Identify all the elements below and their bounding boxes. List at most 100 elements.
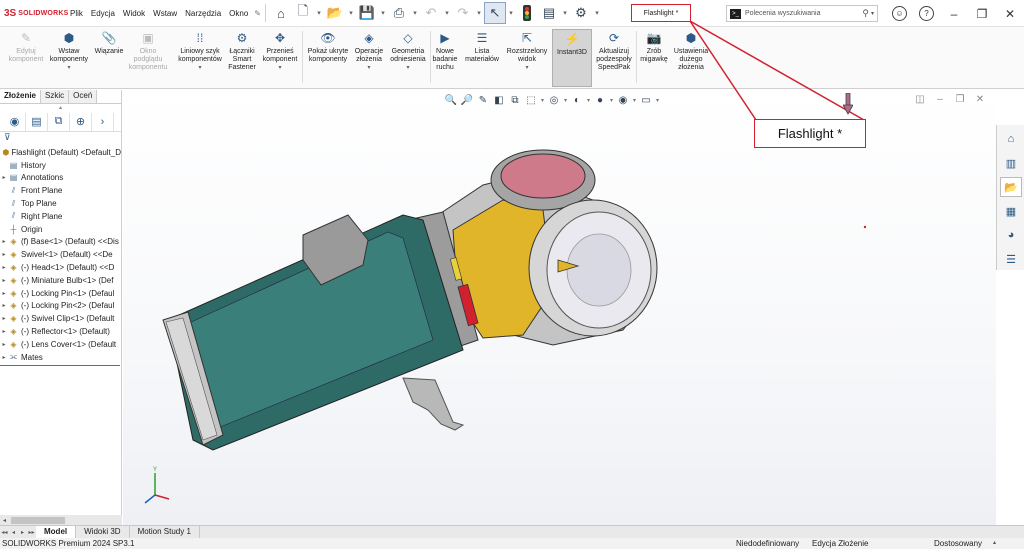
expand-arrow-icon[interactable]: ▸ — [0, 302, 8, 309]
tree-item[interactable]: ⬢ Flashlight (Default) <Default_D — [0, 146, 121, 159]
tree-item[interactable]: ▸ ◈ Swivel<1> (Default) <<De — [0, 248, 121, 261]
smart-fasteners-button[interactable]: ⚙ Łączniki Smart Fastener — [224, 29, 260, 72]
show-hidden-components-button[interactable]: 👁 Pokaż ukryte komponenty — [304, 29, 352, 64]
view-orientation-dropdown-icon[interactable]: ▾ — [539, 92, 546, 108]
menu-tools[interactable]: Narzędzia — [181, 9, 225, 18]
scene-dropdown-icon[interactable]: ▾ — [631, 92, 638, 108]
last-tab-icon[interactable]: ▸▸ — [27, 529, 36, 536]
menu-edit[interactable]: Edycja — [87, 9, 119, 18]
command-search-field[interactable]: >_ Polecenia wyszukiwania ⚲ ▾ — [726, 5, 878, 22]
menu-insert[interactable]: Wstaw — [149, 9, 181, 18]
tab-assembly[interactable]: Złożenie — [0, 90, 42, 103]
bill-of-materials-button[interactable]: ☰ Lista materiałów — [462, 29, 502, 64]
tree-item[interactable]: ▸ ◈ (-) Locking Pin<1> (Defaul — [0, 287, 121, 300]
hide-show-items-icon[interactable]: ◐ — [569, 92, 585, 108]
search-dropdown-icon[interactable]: ▾ — [871, 10, 874, 17]
tree-item[interactable]: ▤ History — [0, 159, 121, 172]
restore-icon[interactable]: ❐ — [968, 7, 996, 21]
tree-item[interactable]: ▸ ◈ (f) Base<1> (Default) <<Dis — [0, 236, 121, 249]
units-dropdown-icon[interactable]: ▴ — [993, 538, 996, 549]
solidworks-logo[interactable]: 3S SOLIDWORKS — [4, 8, 68, 19]
view-settings-dropdown-icon[interactable]: ▾ — [654, 92, 661, 108]
scroll-left-icon[interactable]: ◂ — [0, 517, 9, 524]
hide-show-dropdown-icon[interactable]: ▾ — [585, 92, 592, 108]
tree-item[interactable]: ▸ ◈ (-) Head<1> (Default) <<D — [0, 261, 121, 274]
viewport-close-icon[interactable]: ✕ — [970, 94, 990, 105]
file-properties-icon[interactable]: ▤ — [538, 2, 560, 24]
tab-motion-study[interactable]: Motion Study 1 — [130, 526, 200, 538]
new-document-icon[interactable]: 🗋 — [292, 2, 314, 24]
collapse-arrow-icon[interactable]: ▴ — [0, 104, 121, 112]
viewport-tile-icon[interactable]: ◫ — [910, 94, 930, 105]
property-manager-tab-icon[interactable]: ▤ — [26, 112, 48, 131]
edit-component-button[interactable]: ✎ Edytuj komponent — [6, 29, 46, 64]
expand-arrow-icon[interactable]: ▸ — [0, 290, 8, 297]
expand-arrow-icon[interactable]: ▸ — [0, 277, 8, 284]
open-dropdown-icon[interactable]: ▾ — [346, 2, 356, 24]
zoom-to-area-icon[interactable]: 🔎 — [459, 92, 475, 108]
undo-icon[interactable]: ↶ — [420, 2, 442, 24]
file-properties-dropdown-icon[interactable]: ▾ — [560, 2, 570, 24]
custom-properties-icon[interactable]: ☰ — [1000, 249, 1022, 269]
appearance-dropdown-icon[interactable]: ▾ — [608, 92, 615, 108]
tree-item[interactable]: ⫽ Right Plane — [0, 210, 121, 223]
home-icon[interactable]: ⌂ — [270, 2, 292, 24]
view-orientation-icon[interactable]: ⬚ — [523, 92, 539, 108]
chevron-down-icon[interactable]: ▾ — [525, 64, 528, 72]
tree-item[interactable]: ▸ ◈ (-) Reflector<1> (Default) — [0, 325, 121, 338]
tree-item[interactable]: ▸ ⫘ Mates — [0, 351, 121, 364]
display-style-dropdown-icon[interactable]: ▾ — [562, 92, 569, 108]
search-icon[interactable]: ⚲ — [862, 8, 869, 19]
display-style-icon[interactable]: ◎ — [546, 92, 562, 108]
stand-part[interactable] — [402, 377, 465, 431]
first-tab-icon[interactable]: ◂◂ — [0, 529, 9, 536]
new-dropdown-icon[interactable]: ▾ — [314, 2, 324, 24]
expand-arrow-icon[interactable]: ▸ — [0, 251, 8, 258]
chevron-down-icon[interactable]: ▾ — [406, 64, 409, 72]
new-motion-study-button[interactable]: ▶ Nowe badanie ruchu — [432, 29, 458, 72]
chevron-down-icon[interactable]: ▾ — [367, 64, 370, 72]
select-dropdown-icon[interactable]: ▾ — [506, 2, 516, 24]
print-icon[interactable]: ⎙ — [388, 2, 410, 24]
close-icon[interactable]: ✕ — [996, 7, 1024, 21]
expand-arrow-icon[interactable]: ▸ — [0, 315, 8, 322]
tree-item[interactable]: ▸ ◈ (-) Miniature Bulb<1> (Def — [0, 274, 121, 287]
expand-arrow-icon[interactable]: ▸ — [0, 238, 8, 245]
save-icon[interactable]: 💾 — [356, 2, 378, 24]
minimize-icon[interactable]: – — [940, 7, 968, 21]
menu-window[interactable]: Okno — [225, 9, 252, 18]
expand-arrow-icon[interactable]: ▸ — [0, 328, 8, 335]
view-palette-icon[interactable]: ▦ — [1000, 201, 1022, 221]
large-assembly-settings-button[interactable]: ⬢ Ustawienia dużego złożenia — [670, 29, 712, 72]
design-library-icon[interactable]: ▥ — [1000, 153, 1022, 173]
tab-model[interactable]: Model — [36, 526, 77, 538]
feature-manager-tab-icon[interactable]: ◉ — [4, 112, 26, 131]
tab-3d-views[interactable]: Widoki 3D — [76, 526, 130, 538]
rebuild-traffic-light-icon[interactable] — [516, 2, 538, 24]
graphics-area[interactable]: 🔍 🔎 ✎ ◧ ⧉ ⬚ ▾ ◎ ▾ ◐ ▾ ● ▾ ◉ ▾ ▭ ▾ ◫ – ❐ … — [123, 90, 996, 525]
options-gear-icon[interactable]: ⚙ — [570, 2, 592, 24]
tree-item[interactable]: ▸ ◈ (-) Locking Pin<2> (Defaul — [0, 300, 121, 313]
expand-arrow-icon[interactable]: ▸ — [0, 341, 8, 348]
print-dropdown-icon[interactable]: ▾ — [410, 2, 420, 24]
help-icon[interactable]: ? — [919, 6, 934, 21]
expand-arrow-icon[interactable]: ▸ — [0, 354, 8, 361]
insert-components-button[interactable]: ⬢ Wstaw komponenty ▾ — [44, 29, 94, 72]
tab-sketch[interactable]: Szkic — [41, 90, 70, 103]
reference-geometry-button[interactable]: ◇ Geometria odniesienia ▾ — [386, 29, 430, 72]
viewport-minimize-icon[interactable]: – — [930, 94, 950, 105]
zoom-to-fit-icon[interactable]: 🔍 — [443, 92, 459, 108]
take-snapshot-button[interactable]: 📷 Zrób migawkę — [638, 29, 670, 64]
undo-dropdown-icon[interactable]: ▾ — [442, 2, 452, 24]
open-folder-icon[interactable]: 📂 — [324, 2, 346, 24]
section-view-icon[interactable]: ◧ — [491, 92, 507, 108]
tree-item[interactable]: ▸ ◈ (-) Lens Cover<1> (Default — [0, 338, 121, 351]
expand-arrow-icon[interactable]: ▸ — [0, 264, 8, 271]
chevron-down-icon[interactable]: ▾ — [198, 64, 201, 72]
filter-icon[interactable]: ⊽ — [0, 132, 121, 146]
linear-pattern-button[interactable]: ⁞⁞ Liniowy szyk komponentów ▾ — [172, 29, 228, 72]
dynamic-annotation-icon[interactable]: ⧉ — [507, 92, 523, 108]
appearances-icon[interactable]: ◕ — [1000, 225, 1022, 245]
tab-evaluate[interactable]: Oceń — [69, 90, 98, 103]
tree-item[interactable]: ▸ ▤ Annotations — [0, 172, 121, 185]
